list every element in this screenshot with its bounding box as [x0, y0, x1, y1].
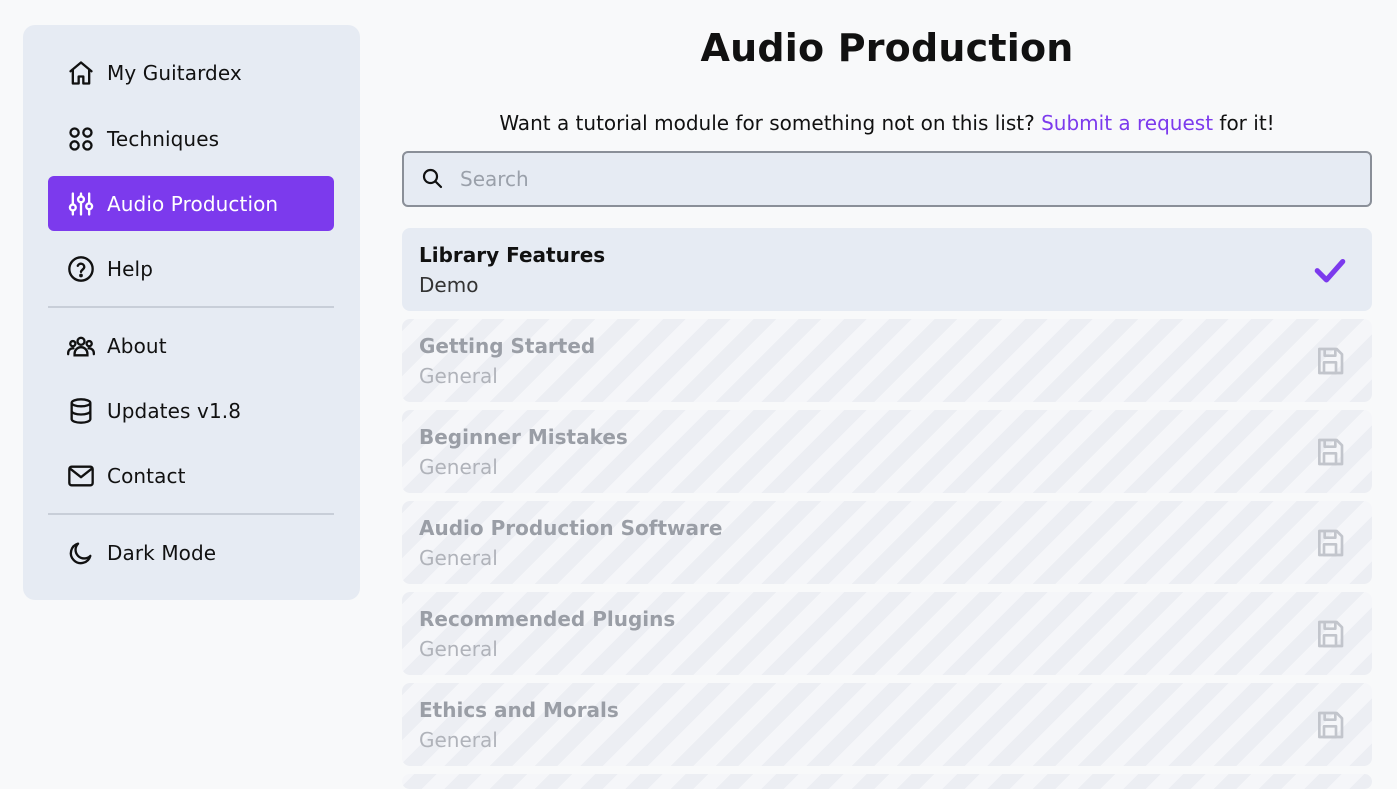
save-icon: [1312, 616, 1348, 652]
module-category: General: [419, 728, 498, 752]
sidebar-divider: [48, 306, 334, 308]
save-icon: [1312, 434, 1348, 470]
submit-request-link[interactable]: Submit a request: [1041, 111, 1213, 135]
module-card[interactable]: Library Features Demo: [402, 228, 1372, 311]
module-card[interactable]: Recommended Plugins General: [402, 592, 1372, 675]
sidebar-item-about[interactable]: About: [48, 318, 334, 373]
request-prefix: Want a tutorial module for something not…: [499, 111, 1035, 135]
module-card[interactable]: Audio Production Software General: [402, 501, 1372, 584]
sidebar-item-dark-mode[interactable]: Dark Mode: [48, 525, 334, 580]
module-title: Ethics and Morals: [419, 698, 619, 722]
module-card[interactable]: Beginner Mistakes General: [402, 410, 1372, 493]
module-category: General: [419, 637, 498, 661]
module-title: Recommended Plugins: [419, 607, 676, 631]
sidebar-item-label: Updates v1.8: [107, 398, 242, 423]
search-input[interactable]: [460, 153, 1370, 205]
sidebar: My Guitardex Techniques Audio Production…: [23, 25, 360, 600]
sidebar-item-label: My Guitardex: [107, 60, 242, 85]
sidebar-item-label: Audio Production: [107, 191, 279, 216]
sidebar-item-label: Techniques: [107, 126, 220, 151]
search-box[interactable]: [402, 151, 1372, 207]
module-title: Getting Started: [419, 334, 596, 358]
sidebar-item-techniques[interactable]: Techniques: [48, 111, 334, 166]
check-icon: [1312, 252, 1348, 288]
sidebar-item-contact[interactable]: Contact: [48, 448, 334, 503]
module-category: General: [419, 455, 498, 479]
sidebar-item-my-guitardex[interactable]: My Guitardex: [48, 45, 334, 100]
module-title: Audio Production Software: [419, 516, 723, 540]
search-icon: [420, 166, 446, 192]
page-title: Audio Production: [700, 26, 1074, 70]
module-category: Demo: [419, 273, 479, 297]
sidebar-item-updates[interactable]: Updates v1.8: [48, 383, 334, 438]
save-icon: [1312, 525, 1348, 561]
module-card-partial[interactable]: [402, 774, 1372, 789]
request-line: Want a tutorial module for something not…: [402, 111, 1372, 135]
module-category: General: [419, 364, 498, 388]
main-content: Audio Production Want a tutorial module …: [402, 0, 1372, 789]
grid-icon: [66, 124, 96, 154]
module-card[interactable]: Getting Started General: [402, 319, 1372, 402]
module-card[interactable]: Ethics and Morals General: [402, 683, 1372, 766]
moon-icon: [66, 538, 96, 568]
sidebar-item-audio-production[interactable]: Audio Production: [48, 176, 334, 231]
sidebar-divider: [48, 513, 334, 515]
users-icon: [66, 331, 96, 361]
sidebar-item-label: Help: [107, 256, 153, 281]
save-icon: [1312, 343, 1348, 379]
save-icon: [1312, 707, 1348, 743]
module-category: General: [419, 546, 498, 570]
module-title: Beginner Mistakes: [419, 425, 628, 449]
sidebar-item-help[interactable]: Help: [48, 241, 334, 296]
database-icon: [66, 396, 96, 426]
request-suffix: for it!: [1219, 111, 1275, 135]
sidebar-item-label: Dark Mode: [107, 540, 217, 565]
home-icon: [66, 58, 96, 88]
module-title: Library Features: [419, 243, 606, 267]
help-circle-icon: [66, 254, 96, 284]
mail-icon: [66, 461, 96, 491]
sidebar-item-label: About: [107, 333, 167, 358]
sliders-icon: [66, 189, 96, 219]
sidebar-item-label: Contact: [107, 463, 186, 488]
